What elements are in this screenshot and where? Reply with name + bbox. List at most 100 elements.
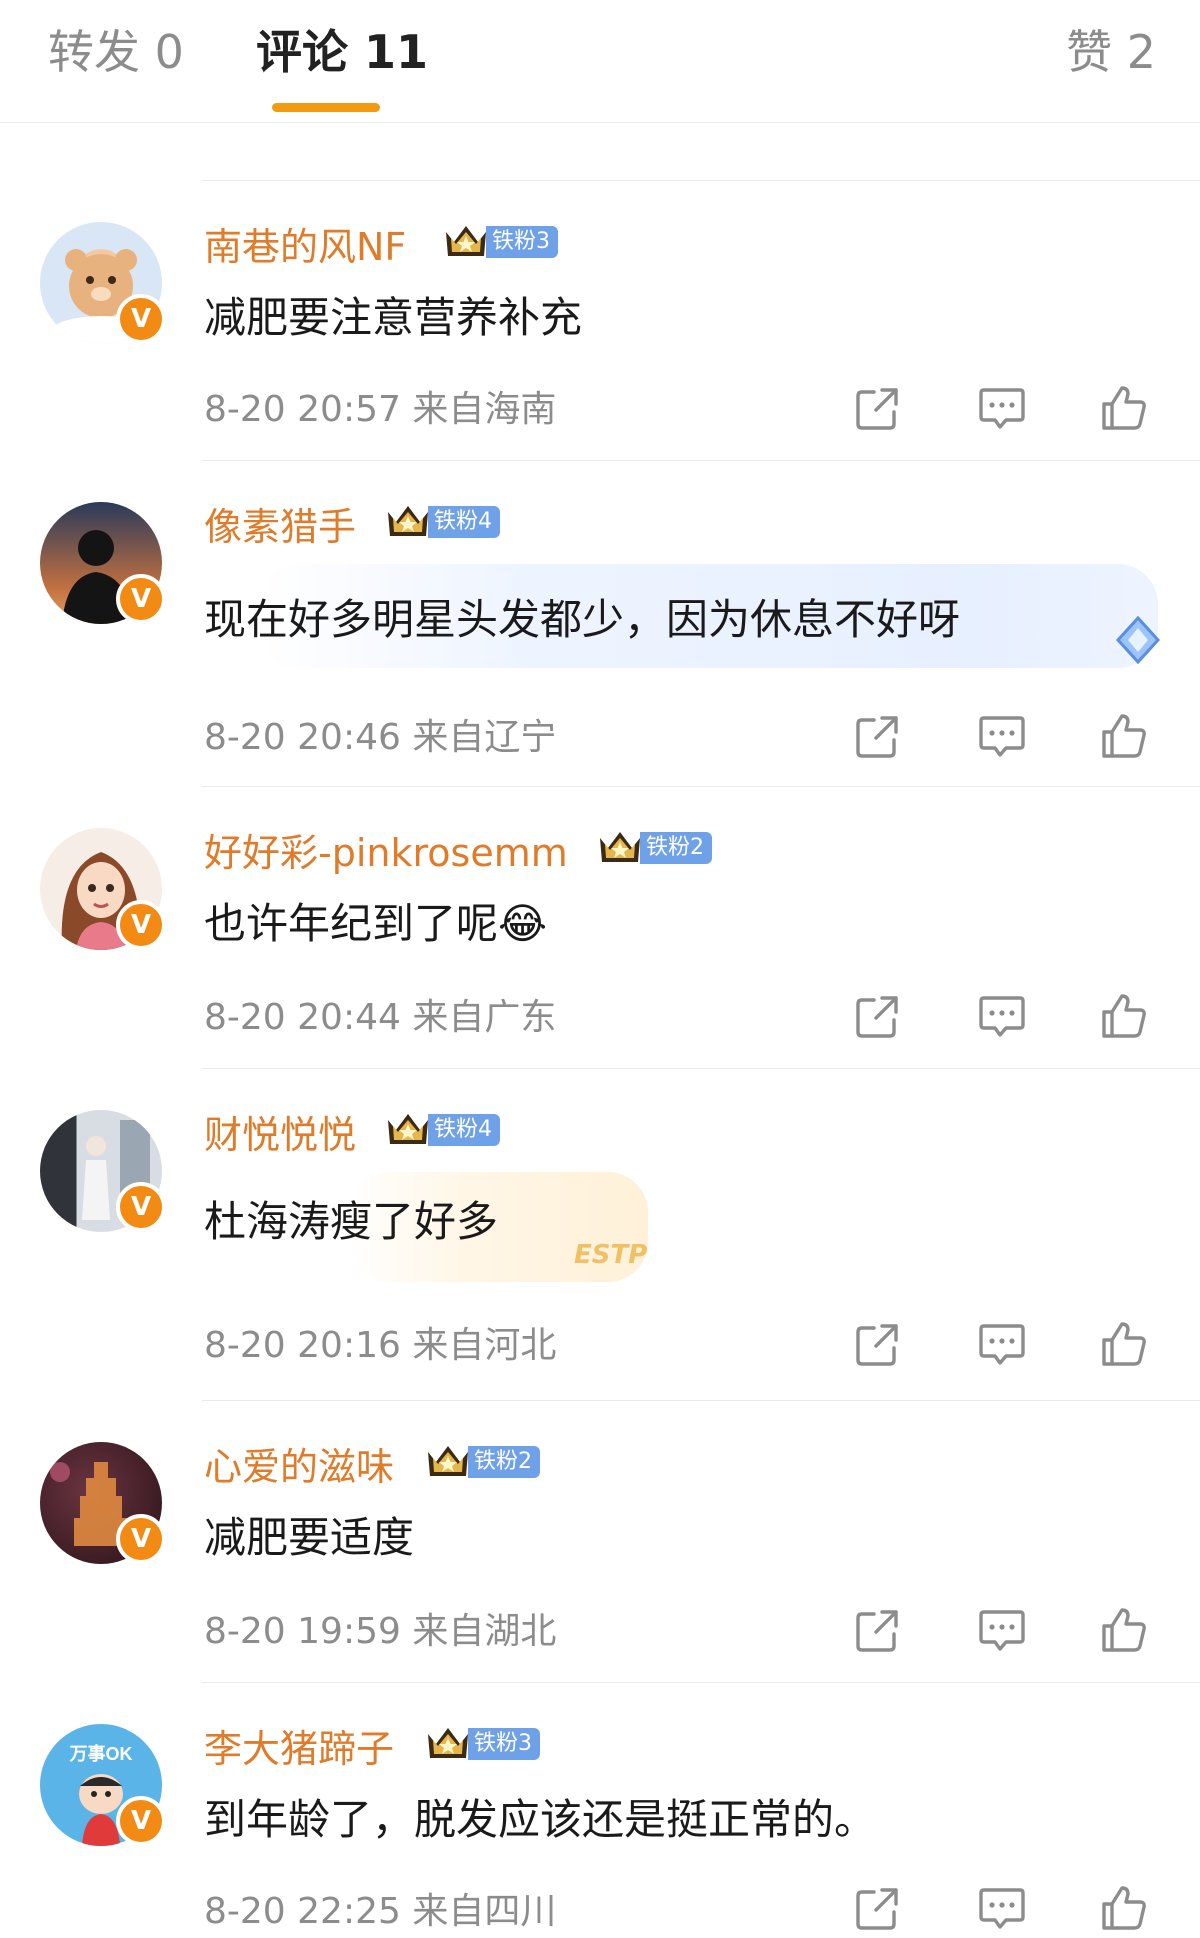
reply-button[interactable] [976, 1882, 1028, 1934]
fan-badge-label: 铁粉4 [428, 506, 500, 538]
thumbs-up-icon [1098, 1604, 1150, 1656]
share-button[interactable] [852, 710, 904, 762]
like-button[interactable] [1098, 710, 1150, 762]
comment-meta: 8-20 20:44 来自广东 [204, 988, 556, 1040]
comment-time: 8-20 19:59 [204, 1611, 401, 1652]
active-tab-indicator [272, 103, 380, 112]
share-button[interactable] [852, 382, 904, 434]
thumbs-up-icon [1098, 1318, 1150, 1370]
thumbs-up-icon [1098, 990, 1150, 1042]
verified-icon: V [116, 574, 166, 624]
fan-badge: 铁粉2 [424, 1442, 540, 1482]
comment-meta: 8-20 20:46 来自辽宁 [204, 708, 556, 760]
like-button[interactable] [1098, 990, 1150, 1042]
comment-text: 现在好多明星头发都少，因为休息不好呀 [204, 595, 961, 644]
fan-badge-label: 铁粉2 [640, 832, 712, 864]
fan-badge: 铁粉4 [384, 1110, 500, 1150]
comment-time: 8-20 20:46 [204, 717, 401, 758]
username[interactable]: 像素猎手 [204, 496, 356, 551]
avatar-caption: 万事OK [69, 1743, 133, 1764]
crown-icon [384, 502, 432, 542]
comment-meta: 8-20 20:16 来自河北 [204, 1316, 556, 1368]
verified-icon: V [116, 1182, 166, 1232]
reply-button[interactable] [976, 990, 1028, 1042]
username[interactable]: 好好彩-pinkrosemm [204, 822, 568, 877]
crown-icon [442, 222, 490, 262]
thumbs-up-icon [1098, 382, 1150, 434]
comment-text: 到年龄了，脱发应该还是挺正常的。 [204, 1795, 877, 1844]
share-icon [852, 710, 904, 762]
comment-tabs-bar: 转发 0 评论 11 赞 2 [0, 0, 1200, 123]
username[interactable]: 南巷的风NF [204, 216, 406, 271]
comment-location: 来自湖北 [412, 1611, 557, 1652]
comment-location: 来自四川 [412, 1891, 557, 1932]
crown-icon [384, 1110, 432, 1150]
tab-likes[interactable]: 赞 2 [1066, 20, 1156, 84]
verified-icon: V [116, 294, 166, 344]
tab-comments[interactable]: 评论 11 [256, 20, 428, 84]
username[interactable]: 李大猪蹄子 [204, 1718, 394, 1773]
comment-location: 来自辽宁 [412, 717, 557, 758]
fan-badge: 铁粉4 [384, 502, 500, 542]
like-button[interactable] [1098, 1882, 1150, 1934]
comment-location: 来自广东 [412, 997, 557, 1038]
reply-button[interactable] [976, 1318, 1028, 1370]
crown-icon [424, 1724, 472, 1764]
comment-icon [976, 1318, 1028, 1370]
comment-item: V 南巷的风NF 铁粉3 减肥要注意营养补充 8-20 20:57 来自海南 [0, 180, 1200, 460]
like-button[interactable] [1098, 1318, 1150, 1370]
comment-icon [976, 1604, 1028, 1656]
comment-location: 来自海南 [412, 389, 557, 430]
comment-icon [976, 382, 1028, 434]
divider [202, 1400, 1200, 1401]
comment-text: 减肥要适度 [204, 1513, 415, 1562]
divider [202, 786, 1200, 787]
comment-time: 8-20 22:25 [204, 1891, 401, 1932]
comment-time: 8-20 20:57 [204, 389, 401, 430]
divider [202, 460, 1200, 461]
personality-tag: ESTP [574, 1240, 648, 1270]
verified-icon: V [116, 1514, 166, 1564]
share-button[interactable] [852, 1604, 904, 1656]
comment-text: 也许年纪到了呢😂 [204, 899, 548, 948]
verified-icon: V [116, 900, 166, 950]
share-icon [852, 1882, 904, 1934]
reply-button[interactable] [976, 382, 1028, 434]
crown-icon [424, 1442, 472, 1482]
comment-meta: 8-20 20:57 来自海南 [204, 380, 556, 432]
fan-badge-label: 铁粉2 [468, 1446, 540, 1478]
username[interactable]: 财悦悦悦 [204, 1104, 356, 1159]
share-icon [852, 990, 904, 1042]
share-button[interactable] [852, 1882, 904, 1934]
comment-location: 来自河北 [412, 1325, 557, 1366]
comment-text: 杜海涛瘦了好多 [204, 1197, 499, 1246]
like-button[interactable] [1098, 382, 1150, 434]
thumbs-up-icon [1098, 1882, 1150, 1934]
fan-badge: 铁粉3 [442, 222, 558, 262]
share-button[interactable] [852, 990, 904, 1042]
comment-item: V 心爱的滋味 铁粉2 减肥要适度 8-20 19:59 来自湖北 [0, 1400, 1200, 1682]
fan-badge: 铁粉2 [596, 828, 712, 868]
fan-badge-label: 铁粉4 [428, 1114, 500, 1146]
fan-badge: 铁粉3 [424, 1724, 540, 1764]
comment-icon [976, 1882, 1028, 1934]
fan-badge-label: 铁粉3 [486, 226, 558, 258]
tab-repost[interactable]: 转发 0 [48, 20, 184, 84]
comment-time: 8-20 20:16 [204, 1325, 401, 1366]
thumbs-up-icon [1098, 710, 1150, 762]
comment-meta: 8-20 19:59 来自湖北 [204, 1602, 556, 1654]
diamond-sticker-icon [1115, 615, 1161, 665]
reply-button[interactable] [976, 710, 1028, 762]
verified-icon: V [116, 1796, 166, 1846]
comment-text: 减肥要注意营养补充 [204, 293, 583, 342]
like-button[interactable] [1098, 1604, 1150, 1656]
divider [202, 1068, 1200, 1069]
share-icon [852, 1318, 904, 1370]
share-button[interactable] [852, 1318, 904, 1370]
comment-meta: 8-20 22:25 来自四川 [204, 1882, 556, 1934]
reply-button[interactable] [976, 1604, 1028, 1656]
divider [202, 180, 1200, 181]
comment-time: 8-20 20:44 [204, 997, 401, 1038]
comment-item: V 财悦悦悦 铁粉4 ESTP 杜海涛瘦了好多 8-20 20:16 来自河北 [0, 1068, 1200, 1400]
username[interactable]: 心爱的滋味 [204, 1436, 394, 1491]
